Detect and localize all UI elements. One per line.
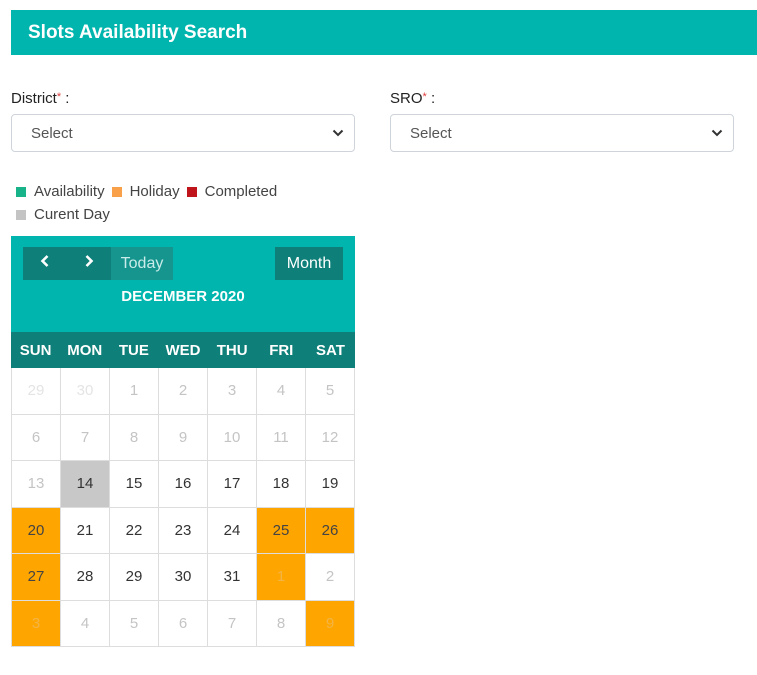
calendar-day-cell[interactable]: 31 <box>208 554 257 601</box>
weekday-sun: SUN <box>19 341 52 359</box>
calendar-day-cell[interactable]: 30 <box>61 368 110 415</box>
calendar-legend: Availability Holiday Completed Curent Da… <box>16 180 336 226</box>
availability-swatch <box>16 186 26 197</box>
calendar-day-cell[interactable]: 21 <box>61 507 110 554</box>
calendar-day-cell[interactable]: 5 <box>110 600 159 647</box>
chevron-down-icon <box>711 127 723 139</box>
completed-swatch <box>186 186 197 197</box>
weekday-tue: TUE <box>118 341 149 359</box>
calendar-day-cell[interactable]: 3 <box>208 368 257 415</box>
calendar-day-cell[interactable]: 2 <box>306 554 355 601</box>
calendar-day-cell[interactable]: 25 <box>257 507 306 554</box>
calendar-day-cell[interactable]: 7 <box>61 414 110 461</box>
today-button[interactable]: Today <box>111 247 173 280</box>
district-field: District* : Select <box>11 88 355 152</box>
calendar-day-cell[interactable]: 6 <box>12 414 61 461</box>
calendar-day-cell[interactable]: 14 <box>61 461 110 508</box>
calendar-day-cell[interactable]: 29 <box>12 368 61 415</box>
calendar-day-cell[interactable]: 4 <box>257 368 306 415</box>
calendar: Today Month DECEMBER 2020 SUN MON TUE WE… <box>11 236 355 647</box>
calendar-nav-group: Today <box>23 247 173 280</box>
holiday-swatch <box>111 186 122 197</box>
calendar-day-cell[interactable]: 3 <box>12 600 61 647</box>
calendar-day-cell[interactable]: 4 <box>61 600 110 647</box>
weekday-wed: WED <box>165 341 201 359</box>
chevron-down-icon <box>332 127 344 139</box>
district-label: District* : <box>11 90 70 107</box>
calendar-day-cell[interactable]: 9 <box>159 414 208 461</box>
calendar-day-cell[interactable]: 5 <box>306 368 355 415</box>
calendar-day-cell[interactable]: 20 <box>12 507 61 554</box>
prev-month-button[interactable] <box>23 247 67 280</box>
calendar-grid: 29 30 1 2 3 4 5 6 7 8 9 10 11 12 13 14 15 16 17 18 19 20 21 22 2… <box>11 368 355 647</box>
calendar-day-cell[interactable]: 1 <box>110 368 159 415</box>
calendar-day-cell[interactable]: 28 <box>61 554 110 601</box>
calendar-day-cell[interactable]: 9 <box>306 600 355 647</box>
sro-select-value: Select <box>410 124 452 142</box>
calendar-day-cell[interactable]: 12 <box>306 414 355 461</box>
district-select-value: Select <box>31 124 73 142</box>
sro-field: SRO* : Select <box>390 88 734 152</box>
calendar-day-cell[interactable]: 18 <box>257 461 306 508</box>
district-select[interactable]: Select <box>11 114 355 152</box>
sro-label: SRO* : <box>390 90 436 107</box>
weekday-mon: MON <box>67 341 103 359</box>
month-view-button[interactable]: Month <box>275 247 343 280</box>
calendar-day-cell[interactable]: 15 <box>110 461 159 508</box>
chevron-left-icon <box>40 254 50 273</box>
calendar-day-cell[interactable]: 22 <box>110 507 159 554</box>
calendar-day-cell[interactable]: 26 <box>306 507 355 554</box>
calendar-toolbar: Today Month DECEMBER 2020 <box>11 236 355 332</box>
next-month-button[interactable] <box>67 247 111 280</box>
calendar-day-cell[interactable]: 29 <box>110 554 159 601</box>
calendar-day-cell[interactable]: 1 <box>257 554 306 601</box>
calendar-day-cell[interactable]: 8 <box>110 414 159 461</box>
weekday-thu: THU <box>216 341 248 359</box>
legend-item-holiday: Holiday <box>111 183 180 200</box>
calendar-day-cell[interactable]: 13 <box>12 461 61 508</box>
required-asterisk: * <box>422 91 427 103</box>
calendar-day-cell[interactable]: 27 <box>12 554 61 601</box>
weekday-fri: FRI <box>269 341 294 359</box>
legend-item-completed: Completed <box>186 183 277 200</box>
calendar-day-cell[interactable]: 11 <box>257 414 306 461</box>
current-day-swatch <box>16 209 26 220</box>
calendar-day-cell[interactable]: 8 <box>257 600 306 647</box>
page-title: Slots Availability Search <box>28 21 248 43</box>
calendar-day-cell[interactable]: 30 <box>159 554 208 601</box>
weekday-header: SUN MON TUE WED THU FRI SAT <box>11 332 355 368</box>
sro-select[interactable]: Select <box>390 114 734 152</box>
chevron-right-icon <box>84 254 94 273</box>
weekday-sat: SAT <box>315 341 345 359</box>
calendar-day-cell[interactable]: 23 <box>159 507 208 554</box>
page-header: Slots Availability Search <box>11 10 757 55</box>
calendar-day-cell[interactable]: 19 <box>306 461 355 508</box>
calendar-title: DECEMBER 2020 <box>121 288 245 305</box>
required-asterisk: * <box>56 91 62 103</box>
calendar-day-cell[interactable]: 24 <box>208 507 257 554</box>
legend-item-current-day: Curent Day <box>16 206 110 223</box>
calendar-day-cell[interactable]: 17 <box>208 461 257 508</box>
calendar-day-cell[interactable]: 16 <box>159 461 208 508</box>
calendar-day-cell[interactable]: 6 <box>159 600 208 647</box>
calendar-day-cell[interactable]: 10 <box>208 414 257 461</box>
legend-item-availability: Availability <box>16 183 105 200</box>
calendar-day-cell[interactable]: 7 <box>208 600 257 647</box>
calendar-day-cell[interactable]: 2 <box>159 368 208 415</box>
